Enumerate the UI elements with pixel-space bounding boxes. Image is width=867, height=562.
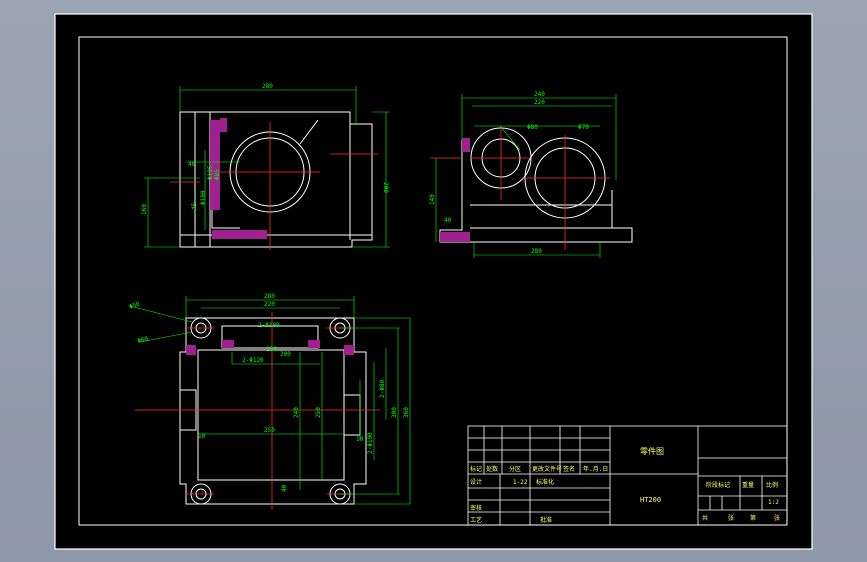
plan-dim-right-a: 300 (391, 407, 398, 418)
plan-dim-small-c: 40 (281, 484, 288, 492)
plan-dim-small-b: 10 (356, 436, 364, 443)
title-drawing-no: HT200 (640, 496, 661, 504)
title-date-a: 1-22 (513, 479, 528, 486)
title-sheets-label-a: 共 (702, 514, 708, 522)
plan-dim-small-a: 10 (198, 433, 206, 440)
title-weight: 重量 (742, 481, 754, 489)
drawing-sheet (54, 13, 813, 550)
side-dim-top-a: 240 (534, 91, 545, 98)
title-sheet-label-b: 张 (774, 514, 780, 522)
plan-dim-right-d: 2-Φ80 (379, 380, 386, 398)
title-row-label-1: 处数 (486, 465, 498, 473)
title-approve: 批准 (540, 516, 552, 524)
title-designer: 设计 (470, 478, 482, 486)
title-scale-label: 比例 (766, 481, 778, 489)
title-sheet-label-a: 第 (750, 514, 756, 522)
title-sheets-label-b: 张 (728, 514, 734, 522)
side-dim-base: 280 (531, 248, 542, 255)
front-dim-overall-width: 280 (262, 83, 273, 90)
title-standard: 标准化 (536, 478, 554, 486)
title-part-name: 零件图 (640, 446, 664, 456)
title-row-label-2: 分区 (509, 465, 521, 473)
title-process: 工艺 (470, 516, 482, 524)
front-dim-small-b: 45 (191, 202, 198, 210)
plan-dim-height-b: 250 (315, 407, 322, 418)
title-stage: 阶段标记 (706, 481, 730, 489)
title-scale: 1:2 (768, 499, 779, 506)
cad-drawing-canvas: 280 200 160 Φ100 Φ105 Φ85 40 45 240 220 … (54, 13, 813, 550)
front-dim-height-left: 160 (141, 204, 148, 215)
plan-dim-top-b: 220 (264, 301, 275, 308)
title-row-label-5: 年.月.日 (583, 465, 608, 473)
side-dim-top-b: 220 (534, 99, 545, 106)
front-dim-dia-b: Φ85 (214, 169, 221, 180)
front-dim-dia-a: Φ105 (207, 165, 214, 180)
title-row-label-3: 更改文件号 (532, 465, 562, 473)
plan-dim-right-c: 2-Φ100 (367, 432, 374, 454)
plan-dim-right-b: 360 (403, 407, 410, 418)
front-dim-bore: Φ100 (200, 190, 207, 205)
title-row-label-4: 签名 (563, 465, 575, 473)
plan-dim-inner-w: 250 (264, 427, 275, 434)
plan-dim-holes-top: 2-Φ180 (258, 322, 280, 329)
side-dim-right-bore: Φ70 (578, 124, 589, 131)
plan-dim-top-a: 280 (264, 293, 275, 300)
plan-dim-mid-a: 100 (266, 346, 277, 353)
side-dim-height: 140 (429, 194, 436, 205)
plan-dim-height-a: 240 (293, 407, 300, 418)
side-dim-small: 40 (444, 217, 452, 224)
front-dim-small-a: 40 (188, 161, 196, 168)
side-dim-left-bore: Φ80 (527, 124, 538, 131)
title-checker: 审核 (470, 504, 482, 512)
plan-dim-holes-mid: 2-Φ120 (242, 357, 264, 364)
front-dim-height-total: 200 (382, 182, 389, 193)
plan-dim-mid-b: 200 (280, 351, 291, 358)
title-row-label-0: 标记 (470, 465, 482, 473)
